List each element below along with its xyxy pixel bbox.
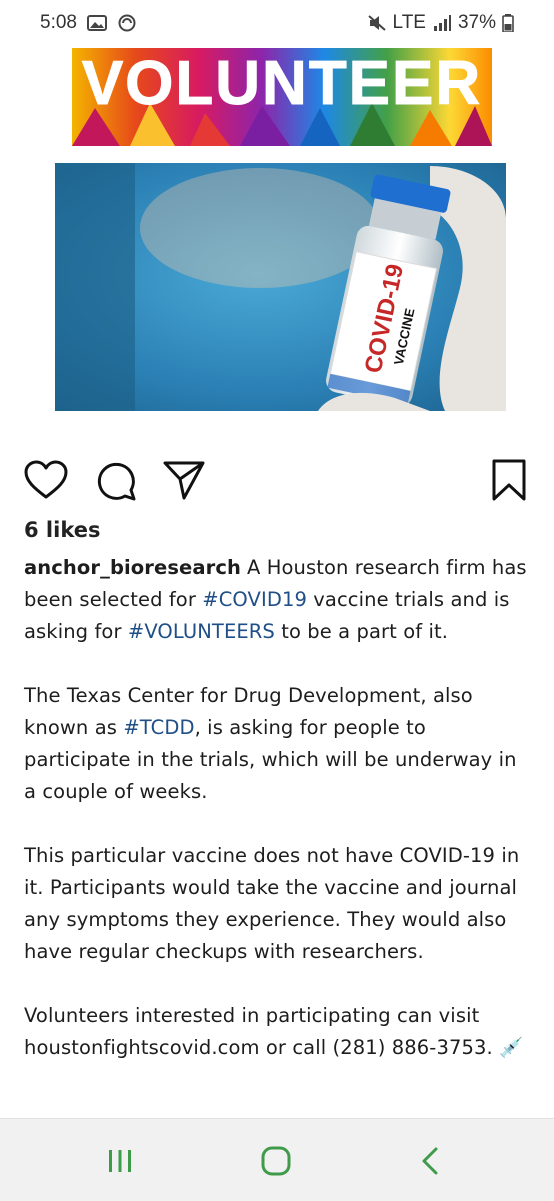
share-icon[interactable] bbox=[162, 460, 206, 500]
post-caption: anchor_bioresearch A Houston research fir… bbox=[24, 552, 534, 1096]
hashtag-link[interactable]: #VOLUNTEERS bbox=[128, 620, 275, 643]
back-button[interactable] bbox=[400, 1141, 460, 1181]
post-actions bbox=[0, 448, 554, 504]
volunteer-banner: VOLUNTEER bbox=[0, 48, 554, 164]
status-left: 5:08 bbox=[40, 12, 137, 34]
status-bar: 5:08 LTE 37% bbox=[0, 0, 554, 48]
battery-icon bbox=[502, 14, 514, 32]
status-time: 5:08 bbox=[40, 12, 77, 33]
vaccine-photo: COVID-19 VACCINE bbox=[55, 163, 506, 411]
back-icon bbox=[422, 1147, 438, 1175]
caption-paragraph-4: Volunteers interested in participating c… bbox=[24, 1004, 524, 1059]
signal-icon bbox=[433, 15, 451, 31]
status-right: LTE 37% bbox=[367, 12, 514, 34]
username-link[interactable]: anchor_bioresearch bbox=[24, 556, 241, 579]
post-image-graphic: VOLUNTEER COVID-19 VACCINE bbox=[0, 48, 554, 411]
caption-paragraph-2: The Texas Center for Drug Development, a… bbox=[24, 680, 534, 808]
network-type: LTE bbox=[392, 12, 426, 33]
home-icon bbox=[261, 1146, 291, 1176]
post-image[interactable]: VOLUNTEER COVID-19 VACCINE bbox=[0, 48, 554, 418]
recent-apps-button[interactable] bbox=[90, 1141, 150, 1181]
home-button[interactable] bbox=[246, 1141, 306, 1181]
caption-paragraph-3: This particular vaccine does not have CO… bbox=[24, 844, 520, 963]
battery-percent: 37% bbox=[457, 12, 496, 33]
hashtag-link[interactable]: #COVID19 bbox=[202, 588, 307, 611]
gallery-icon bbox=[86, 15, 107, 31]
likes-count[interactable]: 6 likes bbox=[24, 518, 100, 542]
recent-apps-icon bbox=[109, 1150, 131, 1172]
banner-word: VOLUNTEER bbox=[82, 49, 482, 118]
bookmark-icon[interactable] bbox=[491, 458, 527, 502]
comment-icon[interactable] bbox=[95, 460, 137, 502]
heart-icon[interactable] bbox=[24, 460, 68, 500]
caption-text: to be a part of it. bbox=[281, 620, 449, 643]
hashtag-link[interactable]: #TCDD bbox=[123, 716, 194, 739]
sync-icon bbox=[118, 14, 136, 32]
mute-icon bbox=[367, 15, 386, 31]
caption-paragraph-1: anchor_bioresearch A Houston research fir… bbox=[24, 552, 534, 648]
navigation-bar bbox=[0, 1118, 554, 1201]
